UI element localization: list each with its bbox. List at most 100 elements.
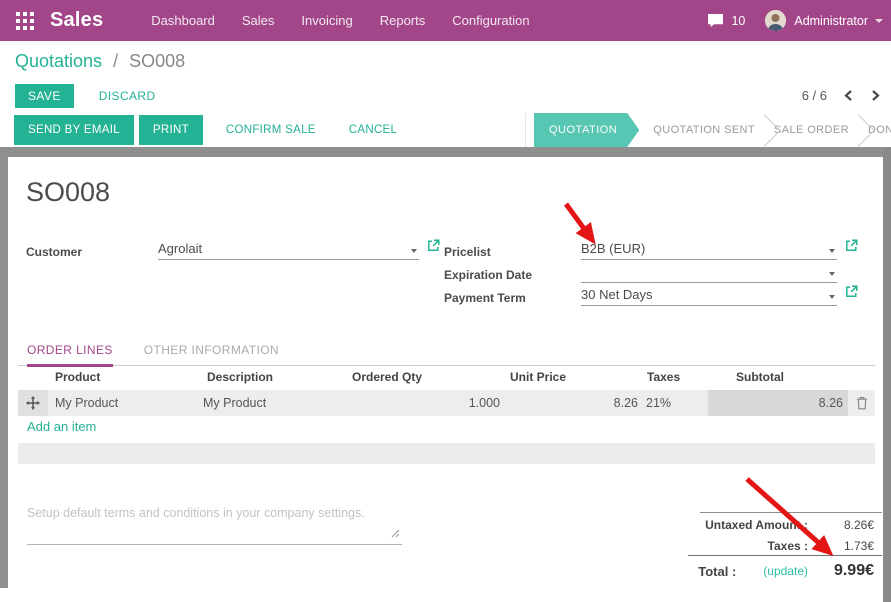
payment-term-label: Payment Term bbox=[444, 291, 526, 305]
cell-unit-price[interactable]: 8.26 bbox=[503, 396, 640, 410]
untaxed-amount-row: Untaxed Amount : 8.26€ bbox=[568, 515, 882, 535]
caret-down-icon[interactable] bbox=[829, 249, 835, 253]
column-header-product: Product bbox=[48, 370, 200, 384]
messages-count: 10 bbox=[731, 14, 745, 28]
form-sheet: SO008 Customer Agrolait Pricelist bbox=[8, 157, 883, 588]
pricelist-label: Pricelist bbox=[444, 245, 491, 259]
avatar bbox=[765, 10, 786, 31]
breadcrumb-current: SO008 bbox=[129, 51, 185, 71]
notes-textarea[interactable] bbox=[27, 527, 402, 545]
pager: 6 / 6 bbox=[802, 88, 881, 103]
messages-button[interactable]: 10 bbox=[707, 13, 745, 28]
nav-item-reports[interactable]: Reports bbox=[380, 13, 426, 28]
total-label: Total : bbox=[698, 564, 736, 579]
sales-app-screen: Sales Dashboard Sales Invoicing Reports … bbox=[0, 0, 891, 602]
pager-count: 6 / 6 bbox=[802, 88, 827, 103]
total-value: 9.99€ bbox=[808, 562, 882, 580]
section-separator bbox=[18, 443, 875, 464]
send-by-email-button[interactable]: SEND BY EMAIL bbox=[14, 115, 134, 145]
customer-label: Customer bbox=[26, 245, 82, 259]
total-divider bbox=[688, 555, 882, 556]
discard-button[interactable]: DISCARD bbox=[99, 89, 156, 103]
external-link-icon[interactable] bbox=[845, 285, 858, 303]
canvas-background bbox=[0, 147, 891, 157]
pager-previous-button[interactable] bbox=[843, 89, 854, 102]
form-canvas: SO008 Customer Agrolait Pricelist bbox=[0, 147, 891, 602]
user-menu[interactable]: Administrator bbox=[765, 10, 883, 31]
caret-down-icon[interactable] bbox=[829, 295, 835, 299]
chevron-down-icon bbox=[875, 19, 883, 23]
top-navigation: Dashboard Sales Invoicing Reports Config… bbox=[151, 13, 529, 28]
tab-other-information[interactable]: OTHER INFORMATION bbox=[144, 343, 279, 365]
untaxed-amount-label: Untaxed Amount : bbox=[705, 518, 808, 532]
actions-row: SAVE DISCARD 6 / 6 bbox=[15, 83, 881, 108]
cancel-button[interactable]: CANCEL bbox=[349, 124, 397, 136]
status-stages: QUOTATION QUOTATION SENT SALE ORDER DONE bbox=[525, 113, 884, 147]
customer-value[interactable]: Agrolait bbox=[158, 241, 202, 256]
external-link-icon[interactable] bbox=[845, 239, 858, 257]
chevron-left-icon bbox=[843, 89, 854, 102]
expiration-date-label: Expiration Date bbox=[444, 268, 532, 282]
save-button[interactable]: SAVE bbox=[15, 84, 74, 108]
app-brand[interactable]: Sales bbox=[50, 9, 103, 32]
chat-bubble-icon bbox=[707, 13, 724, 28]
column-header-subtotal: Subtotal bbox=[708, 370, 848, 384]
resize-handle-icon[interactable] bbox=[391, 525, 400, 543]
column-header-ordered-qty: Ordered Qty bbox=[345, 370, 503, 384]
delete-row-button[interactable] bbox=[848, 396, 875, 410]
canvas-background bbox=[0, 147, 8, 588]
move-icon bbox=[26, 396, 40, 410]
stage-separator-icon bbox=[748, 114, 781, 147]
breadcrumb-separator: / bbox=[113, 51, 118, 71]
untaxed-amount-value: 8.26€ bbox=[808, 518, 882, 532]
taxes-value: 1.73€ bbox=[808, 539, 882, 553]
scrollbar[interactable] bbox=[883, 147, 891, 602]
terms-placeholder[interactable]: Setup default terms and conditions in yo… bbox=[27, 506, 365, 520]
pricelist-value[interactable]: B2B (EUR) bbox=[581, 241, 645, 256]
cell-product[interactable]: My Product bbox=[48, 396, 200, 410]
chevron-right-icon bbox=[870, 89, 881, 102]
statusbar: SEND BY EMAIL PRINT CONFIRM SALE CANCEL … bbox=[0, 113, 891, 147]
table-row[interactable]: My Product My Product 1.000 8.26 21% 8.2… bbox=[18, 390, 875, 416]
caret-down-icon[interactable] bbox=[411, 249, 417, 253]
drag-handle[interactable] bbox=[18, 390, 48, 416]
print-button[interactable]: PRINT bbox=[139, 115, 203, 145]
payment-term-field[interactable]: 30 Net Days bbox=[581, 285, 858, 306]
taxes-label: Taxes : bbox=[768, 539, 808, 553]
user-name: Administrator bbox=[794, 14, 868, 28]
topbar: Sales Dashboard Sales Invoicing Reports … bbox=[0, 0, 891, 41]
column-header-taxes: Taxes bbox=[640, 370, 708, 384]
add-an-item-link[interactable]: Add an item bbox=[27, 419, 96, 434]
column-header-description: Description bbox=[200, 370, 345, 384]
stage-quotation[interactable]: QUOTATION bbox=[534, 113, 639, 147]
table-header-row: Product Description Ordered Qty Unit Pri… bbox=[18, 364, 875, 390]
cell-description[interactable]: My Product bbox=[200, 396, 345, 410]
trash-icon bbox=[856, 396, 868, 410]
customer-field[interactable]: Agrolait bbox=[158, 239, 440, 260]
cell-subtotal: 8.26 bbox=[708, 390, 848, 416]
pager-next-button[interactable] bbox=[870, 89, 881, 102]
breadcrumb-quotations[interactable]: Quotations bbox=[15, 51, 102, 71]
expiration-date-field[interactable] bbox=[581, 262, 837, 283]
breadcrumb: Quotations / SO008 bbox=[15, 51, 185, 72]
confirm-sale-button[interactable]: CONFIRM SALE bbox=[226, 124, 316, 136]
nav-item-sales[interactable]: Sales bbox=[242, 13, 275, 28]
taxes-row: Taxes : 1.73€ bbox=[568, 536, 882, 556]
payment-term-value[interactable]: 30 Net Days bbox=[581, 287, 653, 302]
stage-separator-icon bbox=[842, 114, 875, 147]
cell-taxes[interactable]: 21% bbox=[640, 396, 708, 410]
column-header-unit-price: Unit Price bbox=[503, 370, 640, 384]
pricelist-field[interactable]: B2B (EUR) bbox=[581, 239, 858, 260]
nav-item-configuration[interactable]: Configuration bbox=[452, 13, 529, 28]
notebook-tabs: ORDER LINES OTHER INFORMATION bbox=[18, 343, 875, 366]
nav-item-dashboard[interactable]: Dashboard bbox=[151, 13, 215, 28]
apps-grid-icon[interactable] bbox=[16, 12, 34, 30]
caret-down-icon[interactable] bbox=[829, 272, 835, 276]
update-total-link[interactable]: (update) bbox=[763, 564, 808, 578]
order-lines-table: Product Description Ordered Qty Unit Pri… bbox=[18, 364, 875, 416]
cell-ordered-qty[interactable]: 1.000 bbox=[345, 396, 503, 410]
total-row: Total : (update) 9.99€ bbox=[568, 558, 882, 584]
record-title: SO008 bbox=[26, 177, 110, 208]
external-link-icon[interactable] bbox=[427, 239, 440, 257]
nav-item-invoicing[interactable]: Invoicing bbox=[301, 13, 352, 28]
